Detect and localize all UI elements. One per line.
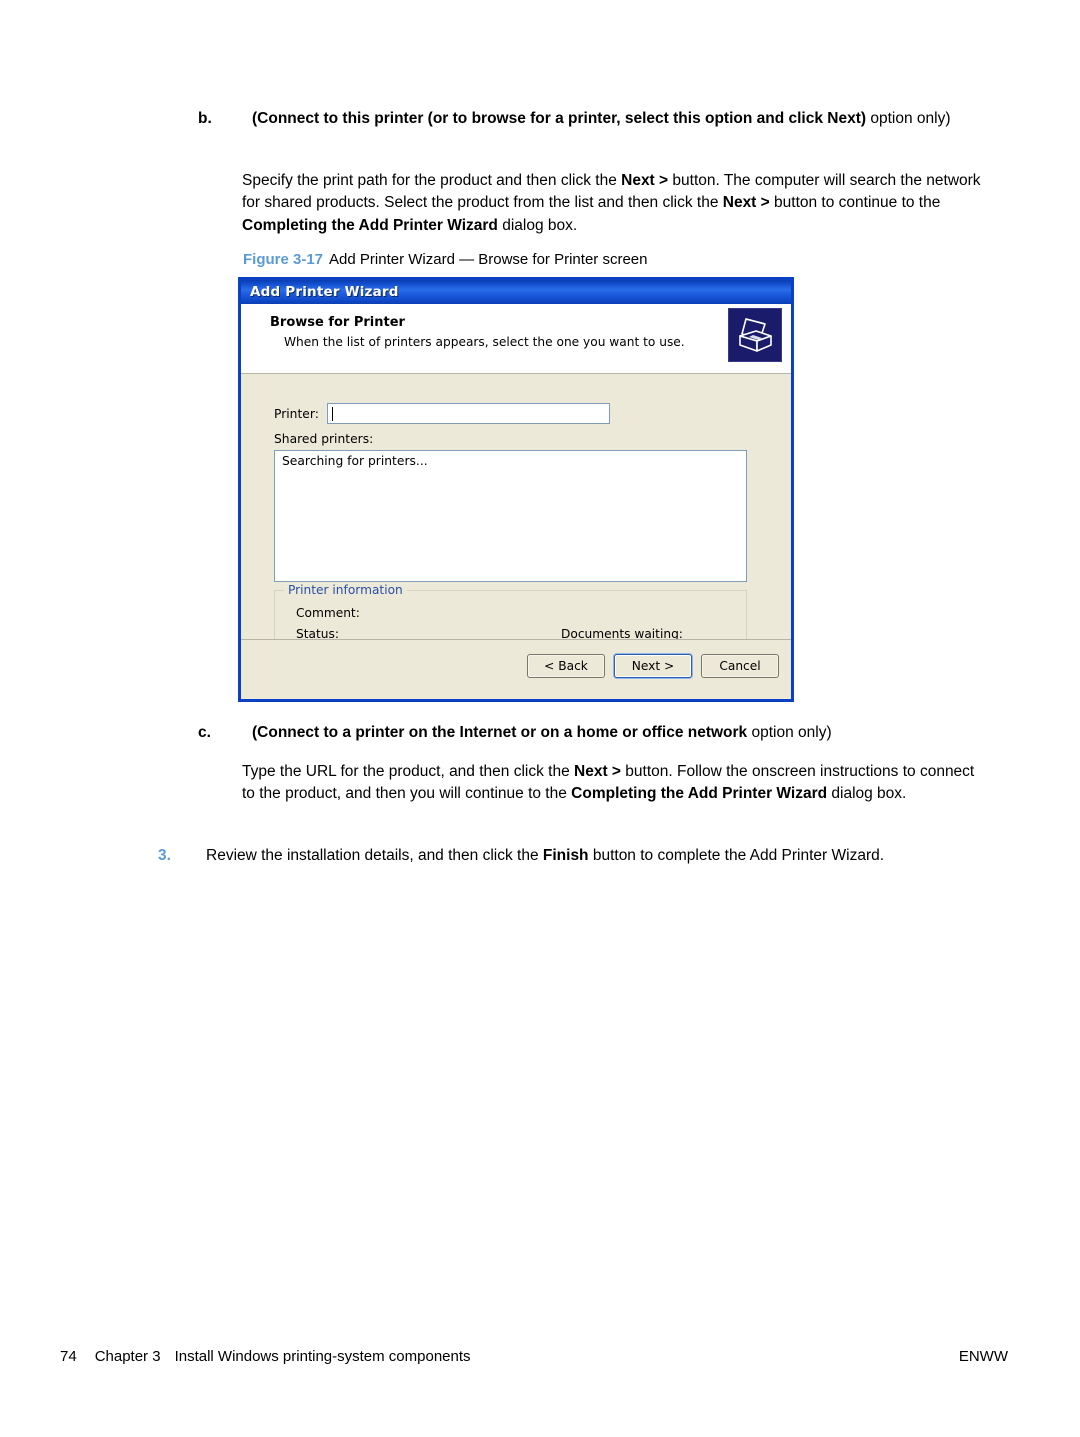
- footer-right: ENWW: [958, 1348, 1008, 1365]
- step-3-bold-1: Finish: [542, 847, 589, 864]
- step-c-heading-bold: (Connect to a printer on the Internet or…: [252, 724, 748, 741]
- dialog-header-title: Browse for Printer: [270, 315, 405, 330]
- list-body-c: (Connect to a printer on the Internet or…: [252, 722, 988, 745]
- figure-caption: Figure 3-17 Add Printer Wizard — Browse f…: [243, 250, 647, 270]
- step-c-bold-2: Completing the Add Printer Wizard: [571, 785, 828, 803]
- list-marker-3: 3.: [158, 847, 171, 864]
- step-c-text-3: dialog box.: [827, 785, 907, 803]
- shared-printers-listbox[interactable]: Searching for printers...: [274, 450, 747, 582]
- chapter-title: Install Windows printing-system componen…: [174, 1348, 471, 1365]
- step-b-bold-1: Next >: [621, 172, 669, 189]
- shared-printers-label: Shared printers:: [274, 432, 374, 446]
- printer-label: Printer:: [274, 406, 319, 421]
- list-marker-b: b.: [198, 110, 212, 127]
- dialog-title: Add Printer Wizard: [250, 284, 399, 300]
- list-item-c: c. (Connect to a printer on the Internet…: [198, 722, 988, 745]
- list-item-3: 3. Review the installation details, and …: [158, 845, 998, 868]
- dialog-header-band: Browse for Printer When the list of prin…: [241, 304, 791, 374]
- printer-input[interactable]: [326, 403, 610, 424]
- figure-caption-text: Add Printer Wizard — Browse for Printer …: [329, 251, 648, 268]
- list-item-b: b. (Connect to this printer (or to brows…: [198, 108, 988, 131]
- step-3-text-2: button to complete the Add Printer Wizar…: [588, 847, 885, 864]
- add-printer-wizard-dialog: Add Printer Wizard Browse for Printer Wh…: [238, 277, 794, 702]
- next-button[interactable]: Next >: [614, 654, 692, 678]
- step-b-heading-rest: option only): [866, 110, 951, 127]
- dialog-header-subtitle: When the list of printers appears, selec…: [284, 335, 685, 349]
- footer-left: 74 Chapter 3 Install Windows printing-syst…: [60, 1348, 471, 1365]
- printer-field-row: Printer:: [274, 403, 610, 424]
- document-page: b. (Connect to this printer (or to brows…: [0, 0, 1080, 1437]
- step-b-text-1: Specify the print path for the product a…: [242, 172, 622, 189]
- dialog-button-strip: < Back Next > Cancel: [527, 654, 779, 678]
- dialog-titlebar: Add Printer Wizard: [241, 280, 791, 304]
- step-b-heading-bold: (Connect to this printer (or to browse f…: [252, 110, 867, 127]
- step-c-heading-rest: option only): [747, 724, 832, 741]
- printer-information-legend: Printer information: [284, 583, 407, 597]
- text-caret: [331, 407, 333, 421]
- step-b-bold-2: Next >: [722, 194, 770, 212]
- page-footer: 74 Chapter 3 Install Windows printing-syst…: [0, 1348, 1080, 1372]
- list-body-b: (Connect to this printer (or to browse f…: [252, 108, 988, 131]
- step-3-text-1: Review the installation details, and the…: [206, 847, 543, 864]
- chapter-number: Chapter 3: [94, 1348, 161, 1365]
- step-b-text-3: button to continue to the: [769, 194, 941, 212]
- back-button[interactable]: < Back: [527, 654, 605, 678]
- list-item[interactable]: Searching for printers...: [275, 451, 746, 468]
- dialog-footer: < Back Next > Cancel: [241, 639, 791, 699]
- figure-label: Figure 3-17: [243, 251, 324, 268]
- page-number: 74: [60, 1348, 77, 1365]
- list-marker-c: c.: [198, 724, 211, 741]
- step-c-text-1: Type the URL for the product, and then c…: [242, 763, 575, 780]
- step-b-text-4: dialog box.: [497, 216, 578, 234]
- cancel-button[interactable]: Cancel: [701, 654, 779, 678]
- step-b-bold-3: Completing the Add Printer Wizard: [242, 216, 498, 234]
- step-c-bold-1: Next >: [574, 763, 621, 780]
- printer-icon: [728, 308, 782, 362]
- step-c-paragraph: Type the URL for the product, and then c…: [242, 761, 990, 806]
- comment-label: Comment:: [296, 606, 360, 620]
- dialog-body: Printer: Shared printers: Searching for …: [241, 374, 791, 657]
- step-b-paragraph: Specify the print path for the product a…: [242, 170, 990, 237]
- list-body-3: Review the installation details, and the…: [206, 845, 998, 868]
